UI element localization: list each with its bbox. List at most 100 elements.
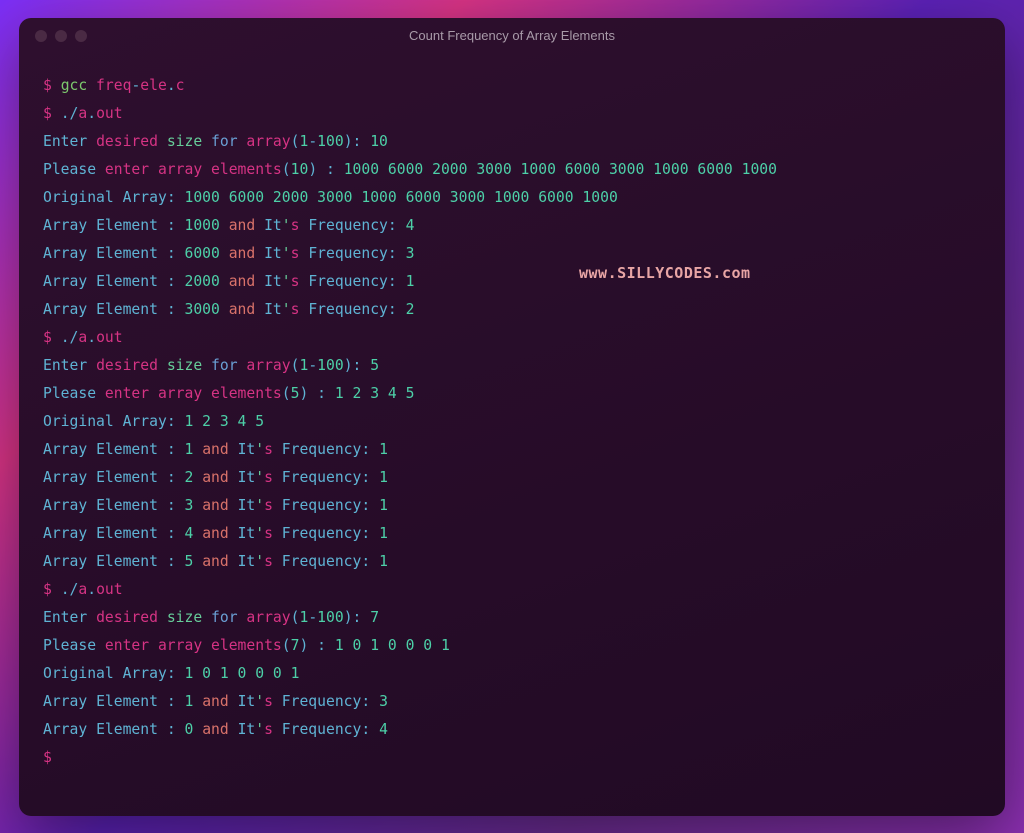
title-bar: Count Frequency of Array Elements: [19, 18, 1005, 54]
token: [397, 217, 406, 234]
token: for: [211, 133, 238, 150]
token: Array: [43, 497, 87, 514]
close-button[interactable]: [35, 30, 47, 42]
token: [158, 693, 167, 710]
token: [87, 721, 96, 738]
token: 3: [379, 693, 388, 710]
token: [158, 273, 167, 290]
token: [176, 441, 185, 458]
token: a: [78, 581, 87, 598]
token: Original: [43, 189, 114, 206]
token: Frequency: [308, 245, 388, 262]
token: [176, 217, 185, 234]
terminal-line: $ gcc freq-ele.c: [43, 72, 981, 100]
token: 4: [379, 721, 388, 738]
token: [176, 497, 185, 514]
terminal-line: Array Element : 4 and It's Frequency: 1: [43, 520, 981, 548]
token: $: [43, 581, 52, 598]
token: [370, 693, 379, 710]
token: and: [229, 217, 256, 234]
token: [52, 105, 61, 122]
token: :: [167, 497, 176, 514]
token: :: [388, 245, 397, 262]
token: :: [167, 413, 176, 430]
token: ': [255, 525, 264, 542]
token: [273, 721, 282, 738]
token: Element: [96, 245, 158, 262]
token: 1: [379, 525, 388, 542]
token: [193, 693, 202, 710]
terminal-line: Enter desired size for array(1-100): 7: [43, 604, 981, 632]
token: [87, 245, 96, 262]
terminal-line: Original Array: 1 0 1 0 0 0 1: [43, 660, 981, 688]
token: [87, 357, 96, 374]
token: [370, 469, 379, 486]
token: [229, 693, 238, 710]
terminal-line: Please enter array elements(10) : 1000 6…: [43, 156, 981, 184]
token: Element: [96, 525, 158, 542]
token: [361, 357, 370, 374]
token: [193, 441, 202, 458]
token: 2000: [185, 273, 220, 290]
token: (: [282, 637, 291, 654]
maximize-button[interactable]: [75, 30, 87, 42]
token: Array: [43, 553, 87, 570]
terminal-line: Please enter array elements(5) : 1 2 3 4…: [43, 380, 981, 408]
token: ': [282, 217, 291, 234]
token: :: [167, 525, 176, 542]
token: 3000: [185, 301, 220, 318]
token: [370, 525, 379, 542]
token: .: [87, 329, 96, 346]
token: :: [317, 385, 326, 402]
token: Frequency: [308, 217, 388, 234]
watermark: www.SILLYCODES.com: [579, 259, 751, 287]
terminal-body[interactable]: www.SILLYCODES.com $ gcc freq-ele.c $ ./…: [19, 54, 1005, 790]
token: [335, 161, 344, 178]
token: [114, 665, 123, 682]
token: 100: [317, 357, 344, 374]
token: [158, 133, 167, 150]
token: .: [61, 581, 70, 598]
token: [114, 189, 123, 206]
minimize-button[interactable]: [55, 30, 67, 42]
token: [52, 581, 61, 598]
token: desired: [96, 133, 158, 150]
token: It: [238, 693, 256, 710]
token: ': [255, 553, 264, 570]
token: :: [361, 693, 370, 710]
token: ): [344, 609, 353, 626]
token: ): [299, 637, 308, 654]
token: 100: [317, 609, 344, 626]
token: Array: [43, 245, 87, 262]
window-title: Count Frequency of Array Elements: [409, 28, 615, 43]
token: [308, 637, 317, 654]
token: [87, 497, 96, 514]
token: size: [167, 609, 202, 626]
token: s: [264, 469, 273, 486]
token: 1000: [185, 217, 220, 234]
token: s: [264, 441, 273, 458]
token: [96, 385, 105, 402]
token: .: [87, 581, 96, 598]
token: It: [238, 441, 256, 458]
token: out: [96, 581, 123, 598]
token: [158, 609, 167, 626]
token: a: [78, 105, 87, 122]
token: [193, 497, 202, 514]
token: [308, 385, 317, 402]
token: :: [167, 245, 176, 262]
token: :: [167, 665, 176, 682]
token: [273, 497, 282, 514]
token: Element: [96, 469, 158, 486]
token: 1: [299, 133, 308, 150]
token: :: [326, 161, 335, 178]
terminal-line: Array Element : 1 and It's Frequency: 1: [43, 436, 981, 464]
token: Array: [43, 525, 87, 542]
token: :: [388, 301, 397, 318]
token: Array: [43, 693, 87, 710]
token: [370, 441, 379, 458]
token: :: [361, 525, 370, 542]
token: and: [202, 693, 229, 710]
token: [158, 525, 167, 542]
token: Array: [43, 721, 87, 738]
